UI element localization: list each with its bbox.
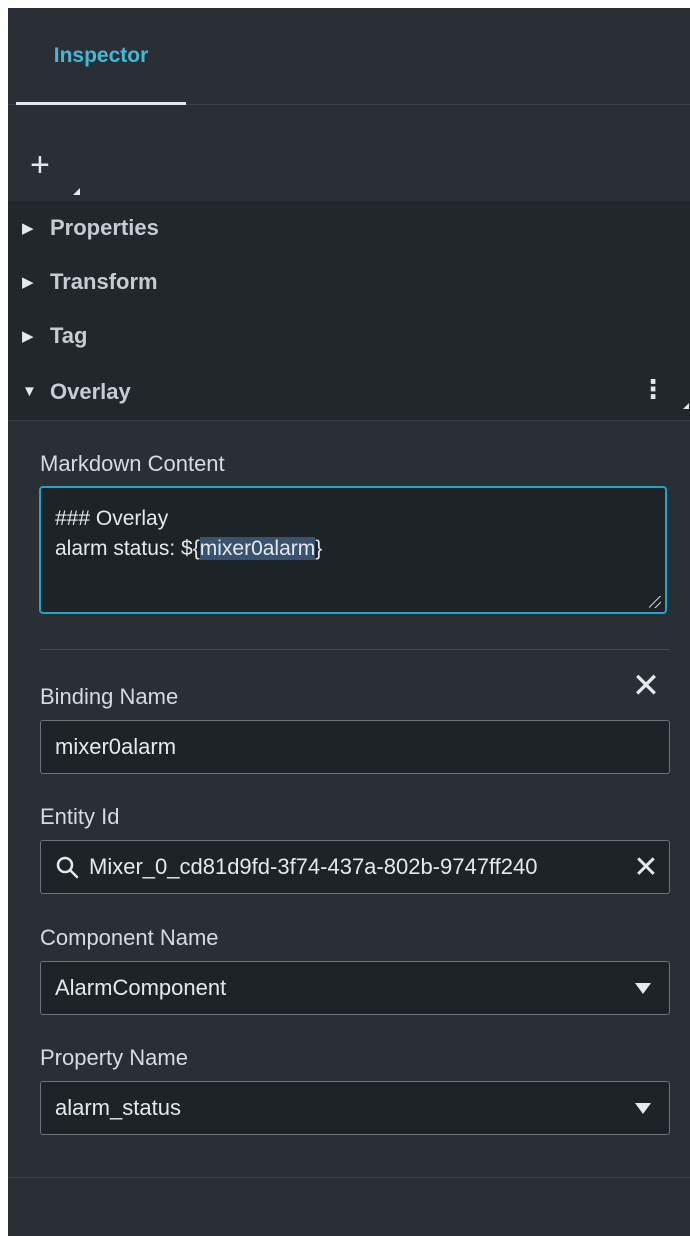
add-component-button[interactable]: + — [30, 146, 80, 195]
component-name-select[interactable]: AlarmComponent — [40, 961, 670, 1015]
caret-right-icon: ▶ — [22, 328, 34, 345]
divider — [40, 649, 670, 650]
section-label: Tag — [50, 323, 88, 348]
property-name-select[interactable]: alarm_status — [40, 1081, 670, 1135]
section-tag[interactable]: ▶ Tag — [8, 309, 690, 364]
entity-id-label: Entity Id — [40, 804, 120, 829]
tab-inspector[interactable]: Inspector — [16, 8, 186, 104]
clear-entity-icon[interactable]: ✕ — [629, 850, 663, 885]
dropdown-corner-icon — [73, 188, 80, 195]
component-name-label: Component Name — [40, 925, 219, 950]
divider — [8, 1177, 690, 1178]
property-name-label: Property Name — [40, 1045, 188, 1070]
tab-bar: Inspector — [8, 8, 690, 105]
binding-name-value: mixer0alarm — [55, 734, 177, 759]
active-tab-indicator — [16, 102, 186, 105]
property-name-value: alarm_status — [55, 1095, 181, 1120]
caret-down-icon: ▼ — [22, 383, 37, 400]
dropdown-corner-icon — [683, 403, 689, 409]
section-label: Transform — [50, 269, 158, 294]
more-options-icon[interactable]: ⋮ — [640, 376, 666, 402]
chevron-down-icon — [635, 1102, 651, 1114]
component-name-value: AlarmComponent — [55, 975, 227, 1000]
markdown-text: alarm status: ${ — [55, 537, 200, 560]
binding-name-input[interactable]: mixer0alarm — [40, 720, 670, 774]
markdown-content-textarea[interactable]: ### Overlay alarm status: ${mixer0alarm} — [39, 486, 667, 614]
plus-icon: + — [30, 146, 50, 184]
chevron-down-icon — [635, 982, 651, 994]
markdown-text: } — [315, 537, 323, 560]
caret-right-icon: ▶ — [22, 220, 34, 237]
binding-name-label: Binding Name — [40, 684, 179, 709]
search-icon — [55, 855, 79, 879]
section-transform[interactable]: ▶ Transform — [8, 255, 690, 310]
screen-frame: Inspector + ▶ Properties ▶ Transform ▶ T… — [0, 0, 690, 1236]
markdown-line: ### Overlay — [55, 507, 169, 530]
entity-id-value: Mixer_0_cd81d9fd-3f74-437a-802b-9747ff24… — [89, 854, 538, 879]
section-label: Properties — [50, 215, 159, 240]
section-label: Overlay — [50, 378, 131, 404]
markdown-content-label: Markdown Content — [40, 451, 225, 476]
selected-text: mixer0alarm — [199, 537, 316, 560]
resize-grip-icon[interactable] — [649, 596, 661, 608]
markdown-line: alarm status: ${mixer0alarm} — [55, 534, 651, 564]
inspector-panel: Inspector + ▶ Properties ▶ Transform ▶ T… — [8, 8, 690, 1236]
caret-right-icon: ▶ — [22, 274, 34, 291]
section-properties[interactable]: ▶ Properties — [8, 201, 690, 256]
section-overlay[interactable]: ▼ Overlay ⋮ — [8, 363, 690, 421]
remove-binding-button[interactable]: ✕ — [630, 669, 662, 703]
entity-id-search-input[interactable]: Mixer_0_cd81d9fd-3f74-437a-802b-9747ff24… — [40, 840, 670, 894]
